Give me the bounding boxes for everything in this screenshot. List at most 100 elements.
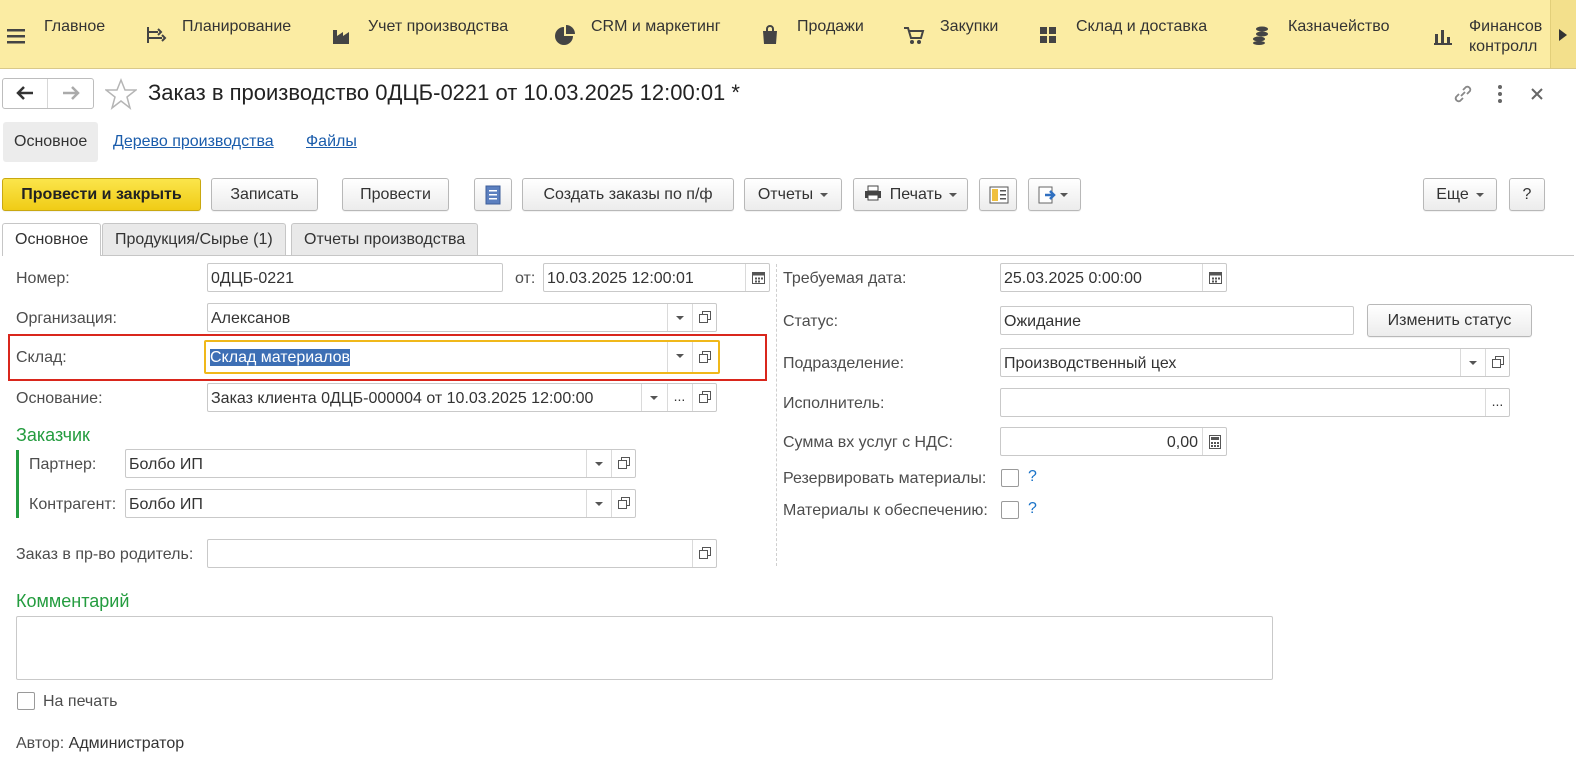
chevron-down-icon <box>1060 193 1068 197</box>
reserve-checkbox[interactable] <box>1001 469 1019 487</box>
section-label: Закупки <box>940 18 999 35</box>
open-form-icon <box>618 457 630 469</box>
factory-icon <box>333 30 349 44</box>
author-row: Автор: Администратор <box>16 734 184 753</box>
sum-label: Сумма вх услуг с НДС: <box>783 434 953 451</box>
section-crm[interactable]: CRM и маркетинг <box>550 0 740 68</box>
reserve-help[interactable]: ? <box>1028 468 1037 486</box>
provide-help[interactable]: ? <box>1028 500 1037 518</box>
sections-scroll-right[interactable] <box>1550 0 1576 68</box>
tab-reports[interactable]: Отчеты производства <box>291 223 479 255</box>
customer-group-bar <box>16 450 19 518</box>
close-icon[interactable] <box>1528 85 1550 107</box>
open-form-icon <box>618 497 630 509</box>
date-field[interactable]: 10.03.2025 12:00:01 <box>543 263 770 292</box>
print-button[interactable]: Печать <box>853 178 968 211</box>
save-button[interactable]: Записать <box>211 178 318 211</box>
create-orders-button[interactable]: Создать заказы по п/ф <box>522 178 734 211</box>
generate-button[interactable] <box>1028 178 1081 211</box>
hamburger-icon <box>7 29 25 44</box>
planning-icon <box>147 27 167 43</box>
division-dropdown-button[interactable] <box>1460 349 1484 376</box>
partner-open-button[interactable] <box>611 450 635 477</box>
back-button[interactable] <box>3 79 48 108</box>
document-list-button[interactable] <box>474 178 512 211</box>
number-field[interactable]: 0ДЦБ-0221 <box>207 263 503 292</box>
basis-field[interactable]: Заказ клиента 0ДЦБ-000004 от 10.03.2025 … <box>207 383 717 412</box>
basis-select-button[interactable]: ... <box>667 384 691 411</box>
section-finance[interactable]: Финансов контролл <box>1430 0 1550 68</box>
partner-dropdown-button[interactable] <box>586 450 610 477</box>
counterparty-open-button[interactable] <box>611 490 635 517</box>
chevron-down-icon <box>1475 192 1484 197</box>
basis-open-button[interactable] <box>692 384 716 411</box>
generate-document-icon <box>1038 186 1056 204</box>
print-checkbox[interactable] <box>17 692 35 710</box>
column-separator <box>776 264 777 566</box>
post-and-close-button[interactable]: Провести и закрыть <box>2 178 201 211</box>
section-label: Планирование <box>182 18 292 35</box>
more-button[interactable]: Еще <box>1423 178 1497 211</box>
open-form-icon <box>1492 356 1504 368</box>
parent-order-field[interactable] <box>207 539 717 568</box>
post-button[interactable]: Провести <box>342 178 449 211</box>
warehouse-dropdown-button[interactable] <box>667 342 691 372</box>
section-warehouse[interactable]: Склад и доставка <box>1035 0 1235 68</box>
section-production[interactable]: Учет производства <box>325 0 535 68</box>
section-main[interactable]: Главное <box>0 0 120 68</box>
reports-button[interactable]: Отчеты <box>744 178 842 211</box>
basis-label: Основание: <box>16 390 103 407</box>
required-date-calendar-button[interactable] <box>1202 264 1226 291</box>
org-dropdown-button[interactable] <box>667 304 691 331</box>
counterparty-dropdown-button[interactable] <box>586 490 610 517</box>
help-button[interactable]: ? <box>1509 178 1545 211</box>
form-nav-main[interactable]: Основное <box>3 122 99 162</box>
section-sales[interactable]: Продажи <box>757 0 887 68</box>
structure-icon <box>989 186 1009 204</box>
form-nav-files[interactable]: Файлы <box>306 122 357 162</box>
comment-textarea[interactable] <box>16 616 1273 680</box>
open-form-icon <box>699 547 711 559</box>
warehouse-field[interactable]: Склад материалов <box>204 340 720 374</box>
section-label: Финансов <box>1469 18 1543 35</box>
executor-field[interactable]: ... <box>1000 388 1510 417</box>
printer-icon <box>864 185 881 201</box>
calendar-button[interactable] <box>745 264 769 291</box>
forward-button[interactable] <box>49 79 94 108</box>
tab-products[interactable]: Продукция/Сырье (1) <box>102 223 286 255</box>
calculator-button[interactable] <box>1202 428 1226 455</box>
more-vertical-icon[interactable] <box>1490 83 1512 105</box>
customer-group-header: Заказчик <box>16 425 90 445</box>
link-icon[interactable] <box>1452 83 1474 105</box>
open-form-icon <box>699 391 711 403</box>
sum-value: 0,00 <box>1166 434 1198 451</box>
executor-label: Исполнитель: <box>783 395 885 412</box>
section-label: CRM и маркетинг <box>591 18 721 35</box>
required-date-field[interactable]: 25.03.2025 0:00:00 <box>1000 263 1227 292</box>
executor-select-button[interactable]: ... <box>1485 389 1509 416</box>
org-open-button[interactable] <box>692 304 716 331</box>
section-planning[interactable]: Планирование <box>140 0 310 68</box>
org-field[interactable]: Алексанов <box>207 303 717 332</box>
basis-dropdown-button[interactable] <box>641 384 665 411</box>
division-field[interactable]: Производственный цех <box>1000 348 1510 377</box>
warehouse-selected-text: Склад материалов <box>210 349 350 366</box>
open-form-icon <box>699 311 711 323</box>
form-nav-tree[interactable]: Дерево производства <box>113 122 274 162</box>
star-icon[interactable] <box>105 78 137 110</box>
sum-field[interactable]: 0,00 <box>1000 427 1227 456</box>
tab-main[interactable]: Основное <box>2 223 102 256</box>
partner-field[interactable]: Болбо ИП <box>125 449 636 478</box>
warehouse-open-button[interactable] <box>692 342 716 372</box>
section-treasury[interactable]: Казначейство <box>1248 0 1418 68</box>
counterparty-field[interactable]: Болбо ИП <box>125 489 636 518</box>
author-label: Автор: <box>16 735 65 752</box>
section-purchases[interactable]: Закупки <box>900 0 1025 68</box>
org-value: Алексанов <box>211 310 291 327</box>
structure-button[interactable] <box>979 178 1017 211</box>
provide-checkbox[interactable] <box>1001 501 1019 519</box>
coins-icon <box>1253 26 1268 45</box>
change-status-button[interactable]: Изменить статус <box>1367 304 1532 337</box>
parent-order-open-button[interactable] <box>692 540 716 567</box>
division-open-button[interactable] <box>1485 349 1509 376</box>
